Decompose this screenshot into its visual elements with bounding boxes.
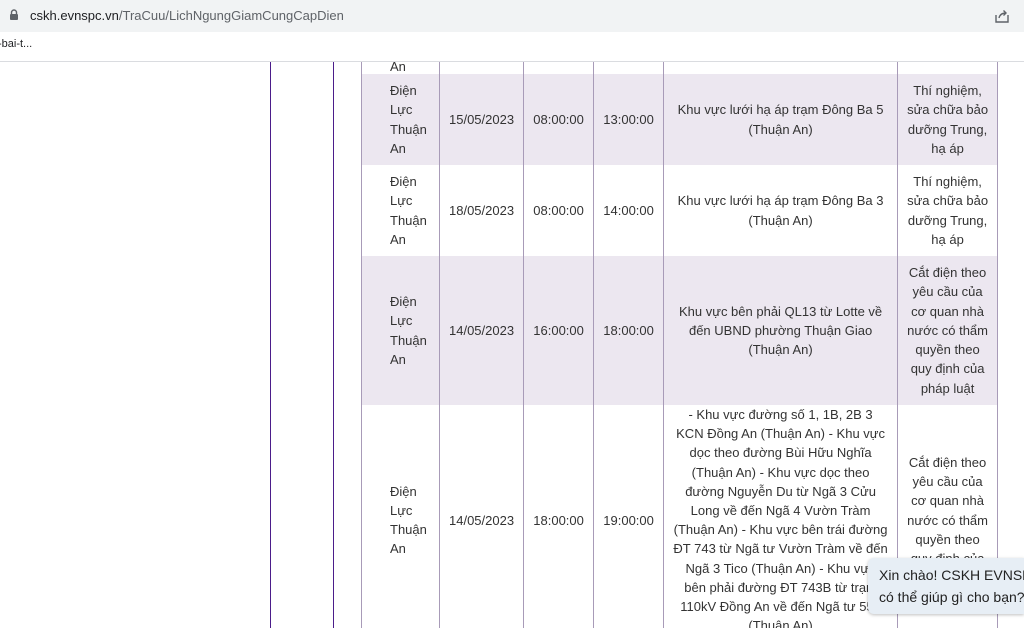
lock-icon bbox=[10, 9, 18, 20]
cell-unit: An bbox=[361, 62, 440, 74]
cell-reason: Thí nghiệm, sửa chữa bảo dưỡng Trung, hạ… bbox=[897, 165, 999, 256]
bookmarks-bar: -bai-t... bbox=[0, 32, 1024, 62]
cell-unit: Điện Lực Thuận An bbox=[361, 405, 440, 628]
cell-unit: Điện Lực Thuận An bbox=[361, 256, 440, 405]
bookmark-item[interactable]: -bai-t... bbox=[0, 38, 32, 50]
cell-date: 18/05/2023 bbox=[438, 165, 525, 256]
url-text[interactable]: cskh.evnspc.vn/TraCuu/LichNgungGiamCungC… bbox=[30, 8, 344, 23]
cell-start-time: 08:00:00 bbox=[523, 74, 595, 165]
unit-fragment: An bbox=[390, 62, 406, 74]
cell-unit: Điện Lực Thuận An bbox=[361, 165, 440, 256]
outage-schedule-table: An Điện Lực Thuận An 15/05/2023 08:00:00… bbox=[361, 62, 999, 628]
cell-date: 15/05/2023 bbox=[438, 74, 525, 165]
table-row: Điện Lực Thuận An 18/05/2023 08:00:00 14… bbox=[361, 165, 999, 256]
page-content: An Điện Lực Thuận An 15/05/2023 08:00:00… bbox=[0, 62, 1024, 628]
cell-start-time: 16:00:00 bbox=[523, 256, 595, 405]
layout-divider bbox=[333, 62, 334, 628]
cell-area: Khu vực lưới hạ áp trạm Đông Ba 3 (Thuận… bbox=[663, 165, 899, 256]
cell-end-time: 14:00:00 bbox=[593, 165, 665, 256]
share-icon[interactable] bbox=[994, 8, 1010, 24]
cell-end-time: 13:00:00 bbox=[593, 74, 665, 165]
cell-area: - Khu vực đường số 1, 1B, 2B 3 KCN Đồng … bbox=[663, 405, 899, 628]
chat-greeting-line: Xin chào! CSKH EVNSPC bbox=[879, 567, 1024, 583]
chat-widget[interactable]: Xin chào! CSKH EVNSPC có thể giúp gì cho… bbox=[868, 558, 1024, 614]
table-row: An bbox=[361, 62, 999, 74]
cell-start-time: 08:00:00 bbox=[523, 165, 595, 256]
cell-date: 14/05/2023 bbox=[438, 256, 525, 405]
cell-reason: Thí nghiệm, sửa chữa bảo dưỡng Trung, hạ… bbox=[897, 74, 999, 165]
cell-end-time: 18:00:00 bbox=[593, 256, 665, 405]
cell-start-time: 18:00:00 bbox=[523, 405, 595, 628]
url-host: cskh.evnspc.vn bbox=[30, 8, 119, 23]
cell-date: 14/05/2023 bbox=[438, 405, 525, 628]
chat-greeting-line: có thể giúp gì cho bạn? bbox=[879, 589, 1024, 605]
table-row: Điện Lực Thuận An 15/05/2023 08:00:00 13… bbox=[361, 74, 999, 165]
cell-area: Khu vực bên phải QL13 từ Lotte về đến UB… bbox=[663, 256, 899, 405]
layout-divider bbox=[270, 62, 271, 628]
cell-reason: Cắt điện theo yêu cầu của cơ quan nhà nư… bbox=[897, 256, 999, 405]
cell-area: Khu vực lưới hạ áp trạm Đông Ba 5 (Thuận… bbox=[663, 74, 899, 165]
cell-unit: Điện Lực Thuận An bbox=[361, 74, 440, 165]
table-row: Điện Lực Thuận An 14/05/2023 16:00:00 18… bbox=[361, 256, 999, 405]
address-bar[interactable]: cskh.evnspc.vn/TraCuu/LichNgungGiamCungC… bbox=[0, 0, 1024, 32]
cell-end-time: 19:00:00 bbox=[593, 405, 665, 628]
url-path: /TraCuu/LichNgungGiamCungCapDien bbox=[118, 8, 344, 23]
